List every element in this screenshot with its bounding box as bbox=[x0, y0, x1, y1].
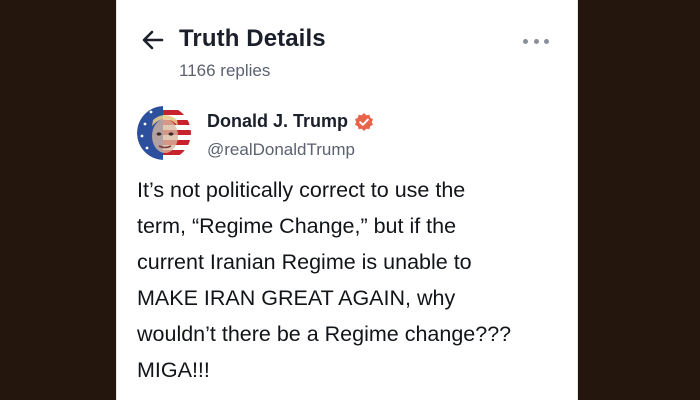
post-text-line: It’s not politically correct to use the bbox=[137, 178, 466, 202]
post-text-line: term, “Regime Change,” but if the bbox=[137, 214, 457, 238]
more-options-button[interactable] bbox=[523, 33, 549, 49]
author-name[interactable]: Donald J. Trump bbox=[207, 111, 348, 132]
page-background: Truth Details 1166 replies Donald J. Tru… bbox=[0, 0, 700, 400]
page-header: Truth Details 1166 replies bbox=[117, 0, 577, 96]
author-name-row: Donald J. Trump bbox=[207, 111, 374, 132]
replies-count: 1166 replies bbox=[179, 61, 271, 80]
avatar-image bbox=[137, 106, 191, 160]
page-title: Truth Details bbox=[179, 25, 326, 52]
more-options-icon bbox=[544, 38, 549, 44]
post-text-line: current Iranian Regime is unable to bbox=[137, 250, 472, 274]
post-text-line: wouldn’t there be a Regime change??? bbox=[137, 322, 512, 346]
avatar[interactable] bbox=[137, 106, 191, 160]
post-text: It’s not politically correct to use the … bbox=[137, 172, 562, 388]
more-options-icon bbox=[533, 38, 539, 44]
verified-badge-icon bbox=[354, 112, 374, 132]
back-button[interactable] bbox=[139, 26, 167, 54]
post-text-line: MAKE IRAN GREAT AGAIN, why bbox=[137, 286, 456, 310]
author-handle[interactable]: @realDonaldTrump bbox=[207, 140, 355, 160]
truth-details-panel: Truth Details 1166 replies Donald J. Tru… bbox=[116, 0, 578, 400]
back-arrow-icon bbox=[142, 30, 164, 50]
more-options-icon bbox=[523, 38, 528, 44]
post-author: Donald J. Trump @realDonaldTrump bbox=[137, 104, 557, 164]
post-text-line: MIGA!!! bbox=[137, 358, 210, 382]
